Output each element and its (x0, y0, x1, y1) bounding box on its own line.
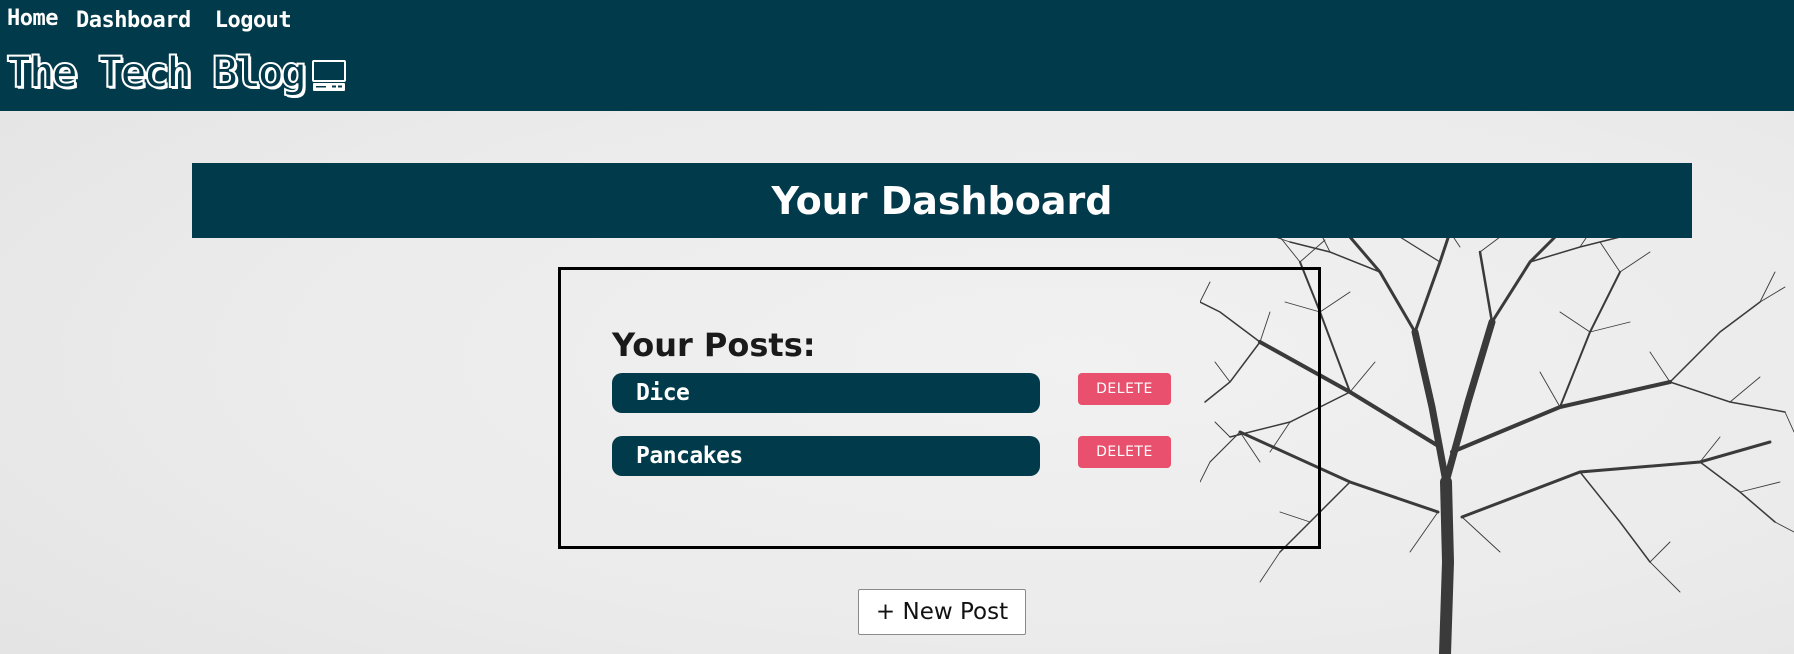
dashboard-banner: Your Dashboard (192, 163, 1692, 238)
posts-heading: Your Posts: (612, 326, 816, 364)
brand: The Tech Blog (5, 48, 346, 98)
site-header: Home Dashboard Logout The Tech Blog (0, 0, 1794, 111)
nav-dashboard-link[interactable]: Dashboard (76, 8, 191, 33)
nav-home-link[interactable]: Home (7, 6, 58, 31)
post-title-link[interactable]: Pancakes (612, 436, 1040, 476)
computer-icon (311, 59, 346, 91)
new-post-button[interactable]: + New Post (858, 589, 1026, 635)
post-item: Pancakes DELETE (612, 436, 1172, 478)
delete-post-button[interactable]: DELETE (1078, 373, 1171, 405)
main-nav: Home Dashboard Logout (7, 6, 315, 33)
post-item: Dice DELETE (612, 373, 1172, 415)
site-title: The Tech Blog (5, 48, 308, 98)
page-title: Your Dashboard (771, 178, 1113, 223)
posts-container: Your Posts: Dice DELETE Pancakes DELETE (558, 267, 1321, 549)
delete-post-button[interactable]: DELETE (1078, 436, 1171, 468)
nav-logout-link[interactable]: Logout (215, 8, 292, 33)
post-title-link[interactable]: Dice (612, 373, 1040, 413)
